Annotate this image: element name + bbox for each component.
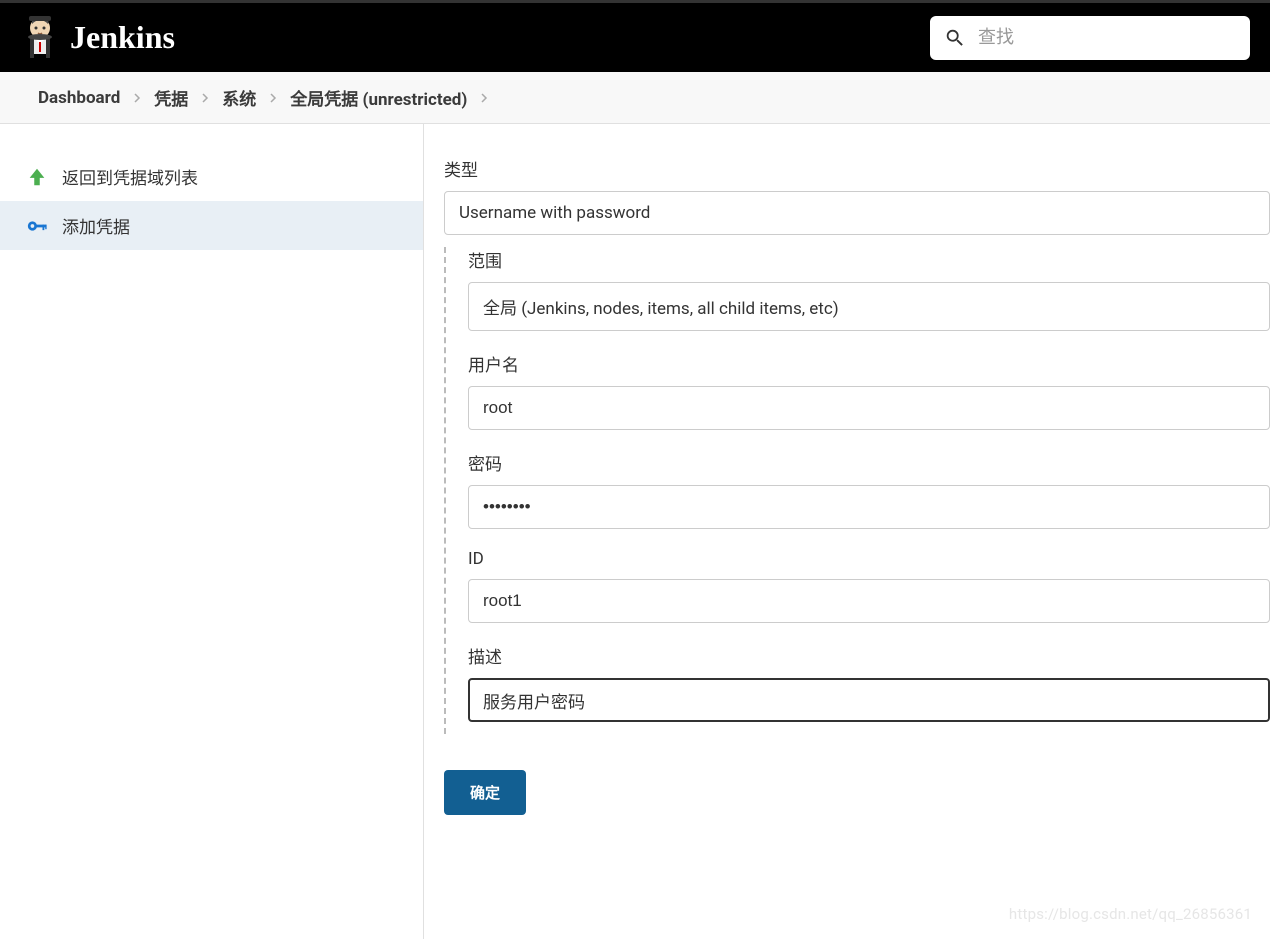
chevron-right-icon: [132, 93, 142, 103]
breadcrumb-item-global[interactable]: 全局凭据 (unrestricted): [280, 79, 477, 116]
brand-text: Jenkins: [70, 19, 175, 56]
chevron-right-icon: [200, 93, 210, 103]
chevron-right-icon: [268, 93, 278, 103]
sidebar-item-label: 添加凭据: [62, 213, 130, 238]
sidebar: 返回到凭据域列表 添加凭据: [0, 124, 424, 939]
key-icon: [26, 215, 48, 237]
type-label: 类型: [444, 156, 1270, 181]
breadcrumb-item-credentials[interactable]: 凭据: [144, 79, 198, 116]
sidebar-item-add-credentials[interactable]: 添加凭据: [0, 201, 423, 250]
id-input[interactable]: [468, 579, 1270, 623]
description-input[interactable]: [468, 678, 1270, 722]
username-input[interactable]: [468, 386, 1270, 430]
search-box[interactable]: [930, 16, 1250, 60]
desc-label: 描述: [468, 643, 1270, 668]
username-label: 用户名: [468, 351, 1270, 376]
main-content: 类型 Username with password 范围 全局 (Jenkins…: [424, 124, 1270, 939]
sidebar-item-back[interactable]: 返回到凭据域列表: [0, 152, 423, 201]
password-label: 密码: [468, 450, 1270, 475]
scope-label: 范围: [468, 247, 1270, 272]
breadcrumb: Dashboard 凭据 系统 全局凭据 (unrestricted): [0, 72, 1270, 124]
page-body: 返回到凭据域列表 添加凭据 类型 Username with password …: [0, 124, 1270, 939]
chevron-right-icon: [479, 93, 489, 103]
submit-button[interactable]: 确定: [444, 770, 526, 815]
up-arrow-icon: [26, 166, 48, 188]
type-select[interactable]: Username with password: [444, 191, 1270, 235]
sidebar-item-label: 返回到凭据域列表: [62, 164, 198, 189]
jenkins-logo-icon: [20, 14, 60, 62]
id-label: ID: [468, 549, 1270, 569]
scope-select[interactable]: 全局 (Jenkins, nodes, items, all child ite…: [468, 282, 1270, 331]
header: Jenkins: [0, 0, 1270, 72]
breadcrumb-item-dashboard[interactable]: Dashboard: [28, 82, 130, 114]
breadcrumb-item-system[interactable]: 系统: [212, 79, 266, 116]
password-input[interactable]: [468, 485, 1270, 529]
nested-form: 范围 全局 (Jenkins, nodes, items, all child …: [444, 247, 1270, 734]
search-icon: [944, 27, 966, 49]
logo[interactable]: Jenkins: [20, 14, 175, 62]
search-input[interactable]: [978, 27, 1236, 48]
